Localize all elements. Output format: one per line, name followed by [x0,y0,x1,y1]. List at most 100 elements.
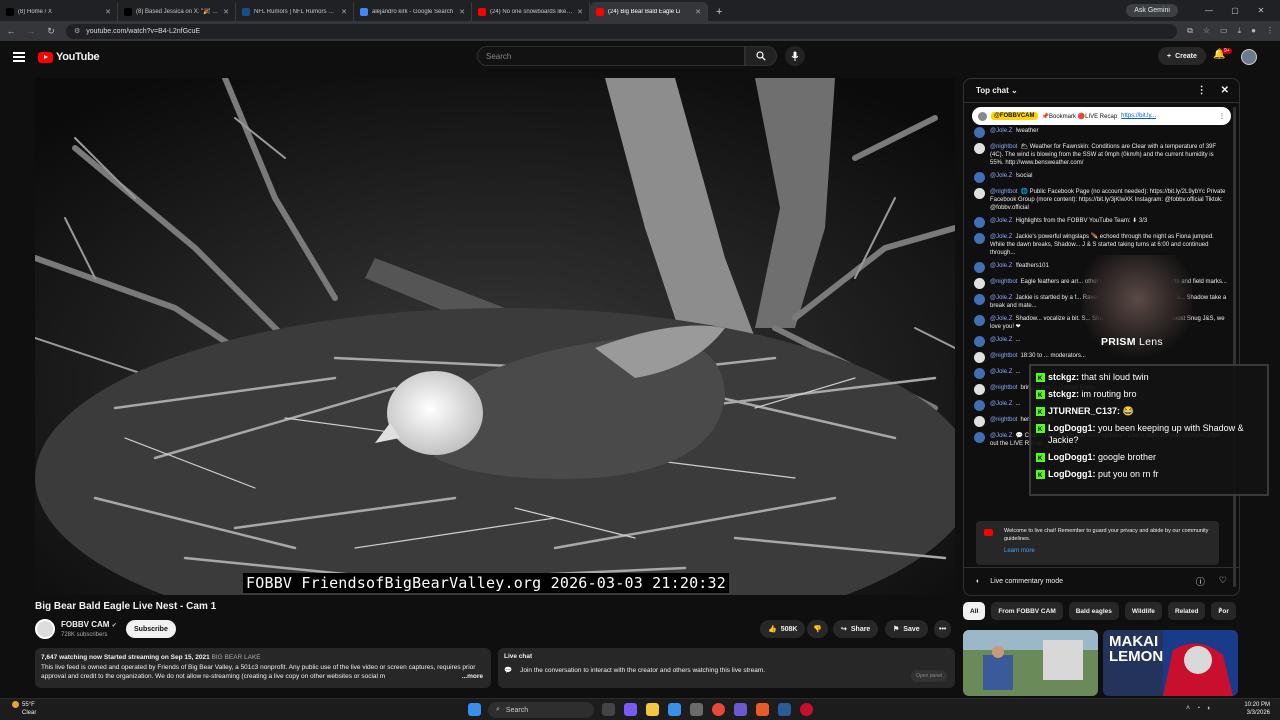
wifi-icon[interactable]: ◔ [1196,705,1200,712]
search-button[interactable] [745,46,777,66]
like-button[interactable]: 👍 508K [760,620,806,638]
chat-author[interactable]: @nightbot [990,417,1017,423]
video-player[interactable] [35,78,955,595]
chat-scrollbar[interactable] [1233,107,1236,587]
info-icon[interactable]: ⓘ [1196,575,1205,588]
chat-author[interactable]: @Jole.Z [990,234,1012,240]
task-view-icon[interactable] [602,703,615,716]
search-input[interactable]: Search [477,46,745,66]
video-thumbnail-2[interactable]: MAKAI LEMON [1103,630,1238,696]
browser-tab[interactable]: (8) Based Jessica on X: "🎉 Arti ✕ [118,2,236,21]
filter-chip[interactable]: Wildlife [1124,602,1162,620]
close-window-button[interactable]: ✕ [1250,6,1272,15]
chat-message[interactable]: @nightbot 🌥 Weather for Fawnskin: Conditi… [974,143,1228,167]
ask-gemini-button[interactable]: Ask Gemini [1126,4,1178,17]
edge-icon[interactable] [668,703,681,716]
open-panel-button[interactable]: Open panel [911,670,947,682]
close-icon[interactable]: ✕ [1221,85,1229,96]
forward-icon[interactable]: → [26,26,36,36]
chat-author[interactable]: @Jole.Z [990,337,1012,343]
browser-tab[interactable]: NFL Rumors | NFL Rumors New ✕ [236,2,354,21]
filter-chip[interactable]: From FOBBV CAM [991,602,1063,620]
browser-tab[interactable]: (24) No one snowboards like Ze ✕ [472,2,590,21]
location-tag[interactable]: BIG BEAR LAKE [212,654,261,661]
browser-tab[interactable]: (8) Home / X ✕ [0,2,118,21]
prism-app-icon[interactable] [756,703,769,716]
weather-widget[interactable]: 55°F Clear [12,701,36,717]
site-info-icon[interactable]: ⚙ [74,27,80,35]
voice-search-button[interactable] [785,46,805,66]
cast-icon[interactable]: ⧉ [1187,26,1193,36]
filter-chip[interactable]: All [963,602,986,620]
hamburger-menu-icon[interactable] [13,52,25,62]
show-more-link[interactable]: ...more [457,672,483,682]
save-button[interactable]: ⚑ Save [885,620,928,638]
more-actions-button[interactable]: ••• [934,620,952,638]
chevron-up-icon[interactable]: ˄ [1186,705,1190,712]
chat-menu-icon[interactable]: ⋮ [1197,85,1207,96]
chat-author[interactable]: @nightbot [990,353,1017,359]
discord-icon[interactable] [734,703,747,716]
menu-kebab-icon[interactable]: ⋮ [1266,26,1274,36]
dislike-button[interactable]: 👎 [807,620,828,638]
tab-close-icon[interactable]: ✕ [223,8,229,16]
chat-message[interactable]: @Jole.Z !social [974,172,1228,183]
chat-author[interactable]: @Jole.Z [990,263,1012,269]
url-field[interactable]: ⚙ youtube.com/watch?v=B4-L2nfGcuE [66,23,1178,39]
chat-message[interactable]: @nightbot 🌐 Public Facebook Page (no acco… [974,188,1228,212]
profile-icon[interactable]: ● [1251,26,1256,36]
chat-author[interactable]: @nightbot [990,279,1017,285]
copilot-icon[interactable] [624,703,637,716]
learn-more-link[interactable]: Learn more [1004,547,1213,555]
volume-icon[interactable]: ◖ [1206,705,1210,712]
chat-author[interactable]: @Jole.Z [990,173,1012,179]
subscribe-button[interactable]: Subscribe [126,620,176,638]
youtube-logo[interactable]: YouTube [38,51,100,63]
description-box[interactable]: 7,647 watching now Started streaming on … [35,648,491,688]
extensions-icon[interactable]: ▭ [1220,26,1228,36]
share-button[interactable]: ↪ Share [833,620,879,638]
app-icon-2[interactable] [800,703,813,716]
windows-start-icon[interactable] [468,703,481,716]
chat-author[interactable]: @nightbot [990,385,1017,391]
chat-author[interactable]: @Jole.Z [990,369,1012,375]
chat-author[interactable]: @Jole.Z [990,295,1012,301]
pinned-message[interactable]: @FOBBVCAM 📌Bookmark 🔴LIVE Recap https://… [972,107,1231,125]
chat-message[interactable]: @Jole.Z !weather [974,127,1228,138]
filter-chip[interactable]: Bald eagles [1068,602,1119,620]
pinned-menu-icon[interactable]: ⋮ [1219,113,1225,120]
create-button[interactable]: + Create [1158,47,1206,65]
chat-author[interactable]: @Jole.Z [990,401,1012,407]
app-icon[interactable] [690,703,703,716]
maximize-button[interactable]: ▢ [1224,6,1246,15]
clock[interactable]: 10:20 PM 3/3/2026 [1244,701,1270,717]
account-avatar[interactable] [1241,49,1257,65]
heart-icon[interactable]: ♡ [1219,575,1227,588]
chat-author[interactable]: @nightbot [990,189,1017,195]
chat-message[interactable]: @Jole.Z Highlights from the FOBBV YouTube… [974,217,1228,228]
top-chat-dropdown[interactable]: Top chat ⌄ [976,86,1018,95]
tab-close-icon[interactable]: ✕ [459,8,465,16]
browser-tab[interactable]: (24) Big Bear Bald Eagle Li ✕ [590,2,708,21]
filter-chip[interactable]: Related [1167,602,1206,620]
reload-icon[interactable]: ↻ [46,26,56,37]
back-icon[interactable]: ← [6,26,16,36]
chat-author[interactable]: @nightbot [990,144,1017,150]
tab-close-icon[interactable]: ✕ [695,8,701,16]
chat-author[interactable]: @Jole.Z [990,433,1012,439]
chevron-right-icon[interactable]: › [1219,604,1222,615]
video-thumbnail-1[interactable] [963,630,1098,696]
browser-tab[interactable]: alejandro kirk - Google Search ✕ [354,2,472,21]
file-explorer-icon[interactable] [646,703,659,716]
new-tab-button[interactable]: + [716,6,722,18]
channel-name[interactable]: FOBBV CAM ✔ [61,620,117,629]
bookmark-star-icon[interactable]: ☆ [1203,26,1210,36]
chat-author[interactable]: @Jole.Z [990,316,1012,322]
filter-chip[interactable]: For [1211,602,1236,620]
tab-close-icon[interactable]: ✕ [105,8,111,16]
chrome-icon[interactable] [712,703,725,716]
download-icon[interactable]: ⤓ [1238,26,1242,36]
steam-icon[interactable] [778,703,791,716]
chat-message[interactable]: @Jole.Z Jackie's powerful wingslaps 🪶 ech… [974,233,1228,257]
tab-close-icon[interactable]: ✕ [341,8,347,16]
